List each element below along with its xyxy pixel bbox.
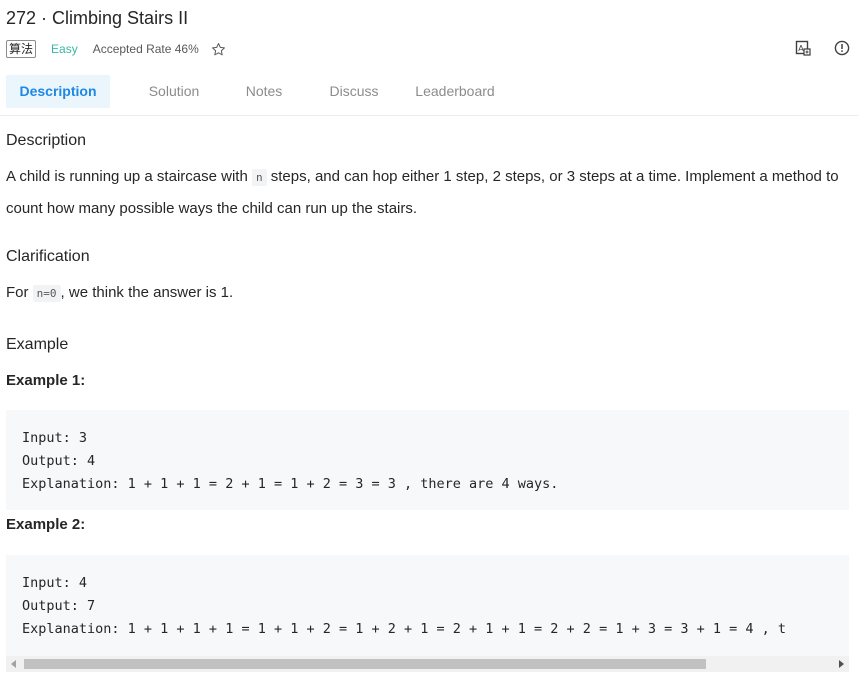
- scroll-right-arrow[interactable]: [839, 660, 844, 668]
- horizontal-scrollbar[interactable]: [6, 656, 849, 672]
- inline-code-n: n: [251, 169, 267, 186]
- example2-explanation: Explanation: 1 + 1 + 1 + 1 = 1 + 1 + 2 =…: [22, 621, 787, 637]
- svg-text:A: A: [798, 44, 804, 53]
- translate-icon[interactable]: A: [795, 40, 811, 56]
- tab-divider: [0, 115, 858, 116]
- description-heading: Description: [6, 132, 87, 149]
- toolbar-icons: A: [795, 40, 850, 56]
- example1-input: Input: 3: [22, 430, 88, 446]
- example2-heading: Example 2:: [6, 516, 86, 533]
- clarification-text-part1: For: [6, 284, 33, 301]
- tab-discuss[interactable]: Discuss: [310, 75, 398, 108]
- accepted-rate: Accepted Rate 46%: [92, 42, 199, 56]
- clarification-heading: Clarification: [6, 248, 90, 265]
- scroll-thumb[interactable]: [24, 659, 706, 669]
- star-icon[interactable]: [211, 42, 226, 57]
- problem-meta: 算法 Easy Accepted Rate 46%: [6, 39, 226, 59]
- description-text: A child is running up a staircase with n…: [6, 161, 844, 224]
- category-tag[interactable]: 算法: [6, 40, 37, 58]
- difficulty-badge: Easy: [51, 42, 78, 56]
- tab-description[interactable]: Description: [6, 75, 110, 108]
- tab-leaderboard[interactable]: Leaderboard: [403, 75, 507, 108]
- description-text-part1: A child is running up a staircase with: [6, 168, 252, 185]
- example2-input: Input: 4: [22, 575, 88, 591]
- tab-notes[interactable]: Notes: [232, 75, 296, 108]
- tab-bar: Description Solution Notes Discuss Leade…: [6, 75, 507, 108]
- scroll-left-arrow[interactable]: [11, 660, 16, 668]
- example1-explanation: Explanation: 1 + 1 + 1 = 2 + 1 = 1 + 2 =…: [22, 476, 559, 492]
- info-icon[interactable]: [834, 40, 850, 56]
- example2-output: Output: 7: [22, 598, 96, 614]
- example-heading: Example: [6, 336, 69, 353]
- problem-title: 272 · Climbing Stairs II: [6, 8, 189, 28]
- clarification-text: For n=0, we think the answer is 1.: [6, 277, 844, 309]
- example1-code: Input: 3 Output: 4 Explanation: 1 + 1 + …: [6, 410, 849, 510]
- example1-output: Output: 4: [22, 453, 96, 469]
- tab-solution[interactable]: Solution: [120, 75, 228, 108]
- clarification-text-part2: , we think the answer is 1.: [60, 284, 234, 301]
- example2-code: Input: 4 Output: 7 Explanation: 1 + 1 + …: [6, 555, 849, 656]
- inline-code-n0: n=0: [32, 285, 61, 302]
- example1-heading: Example 1:: [6, 372, 86, 389]
